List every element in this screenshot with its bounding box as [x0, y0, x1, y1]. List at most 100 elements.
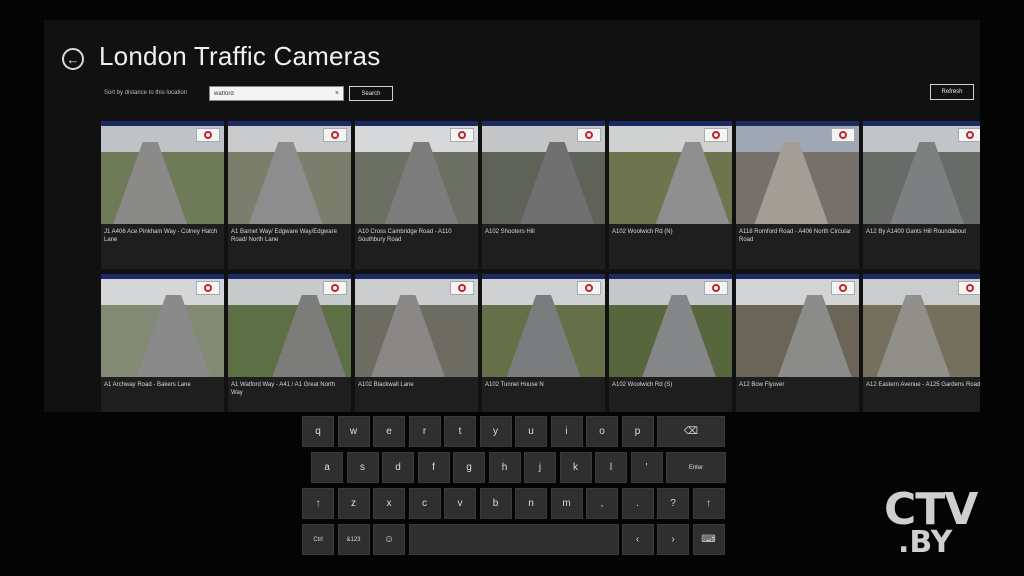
camera-header-bar	[101, 121, 224, 126]
camera-image	[609, 274, 732, 377]
key-d[interactable]: d	[382, 452, 414, 483]
right-arrow-key[interactable]: ›	[657, 524, 689, 555]
camera-caption: A102 Woolwich Rd (S)	[609, 377, 732, 412]
key-i[interactable]: i	[550, 416, 583, 447]
camera-tile[interactable]: A1 Watford Way - A41 / A1 Great North Wa…	[228, 274, 351, 412]
tfl-logo-icon	[958, 128, 980, 142]
key-n[interactable]: n	[515, 488, 547, 519]
camera-caption: A102 Tunnel House N	[482, 377, 605, 412]
key-v[interactable]: v	[444, 488, 476, 519]
key-e[interactable]: e	[373, 416, 405, 447]
key-j[interactable]: j	[524, 452, 556, 483]
sort-label: Sort by distance to this location	[104, 90, 188, 96]
camera-tile[interactable]: A102 Shooters Hill	[482, 121, 605, 269]
tfl-logo-icon	[831, 281, 855, 295]
camera-header-bar	[863, 274, 980, 279]
key-b[interactable]: b	[479, 488, 512, 519]
camera-tile[interactable]: A102 Woolwich Rd (S)	[609, 274, 732, 412]
hide-keyboard-key[interactable]: ⌨	[692, 524, 725, 555]
camera-caption: A12 Bow Flyover	[736, 377, 859, 412]
left-arrow-key[interactable]: ‹	[621, 524, 654, 555]
key-l[interactable]: l	[595, 452, 627, 483]
key-s[interactable]: s	[346, 452, 379, 483]
clear-icon[interactable]: ×	[335, 90, 339, 97]
camera-tile[interactable]: J1 A406 Ace Pinkham Way - Colney Hatch L…	[101, 121, 224, 269]
camera-tile[interactable]: A12 Eastern Avenue - A125 Gardens Road	[863, 274, 980, 412]
camera-header-bar	[736, 121, 859, 126]
camera-caption: A1 Watford Way - A41 / A1 Great North Wa…	[228, 377, 351, 412]
camera-caption: A12 By A1400 Gants Hill Roundabout	[863, 224, 980, 269]
camera-caption: A1 Barnet Way/ Edgware Way/Edgware Road/…	[228, 224, 351, 269]
enter-key[interactable]: Enter	[666, 452, 726, 483]
camera-tile[interactable]: A102 Tunnel House N	[482, 274, 605, 412]
camera-tile[interactable]: A10 Cross Cambridge Road - A110 Southbur…	[355, 121, 478, 269]
key-comma[interactable]: ,	[586, 488, 618, 519]
camera-tile[interactable]: A118 Romford Road - A406 North Circular …	[736, 121, 859, 269]
shift-key-right[interactable]: ↑	[692, 488, 725, 519]
key-period[interactable]: .	[621, 488, 654, 519]
key-a[interactable]: a	[311, 452, 343, 483]
camera-caption: A102 Woolwich Rd (N)	[609, 224, 732, 269]
key-f[interactable]: f	[417, 452, 450, 483]
tfl-logo-icon	[958, 281, 980, 295]
camera-tile[interactable]: A1 Archway Road - Bakers Lane	[101, 274, 224, 412]
location-search-box[interactable]: ×	[209, 86, 344, 101]
key-r[interactable]: r	[408, 416, 441, 447]
emoji-key[interactable]: ☺	[373, 524, 405, 555]
camera-image	[101, 274, 224, 377]
key-m[interactable]: m	[550, 488, 583, 519]
key-g[interactable]: g	[453, 452, 485, 483]
key-apostrophe[interactable]: '	[630, 452, 663, 483]
key-c[interactable]: c	[408, 488, 441, 519]
key-w[interactable]: w	[337, 416, 370, 447]
ctrl-key[interactable]: Ctrl	[302, 524, 334, 555]
tfl-logo-icon	[450, 128, 474, 142]
camera-tile[interactable]: A102 Blackwall Lane	[355, 274, 478, 412]
key-y[interactable]: y	[479, 416, 512, 447]
back-button[interactable]: ←	[62, 48, 84, 70]
camera-tile[interactable]: A12 By A1400 Gants Hill Roundabout	[863, 121, 980, 269]
camera-header-bar	[609, 274, 732, 279]
key-q[interactable]: q	[302, 416, 334, 447]
app-window: ← London Traffic Cameras Sort by distanc…	[44, 20, 980, 412]
camera-tile[interactable]: A1 Barnet Way/ Edgware Way/Edgware Road/…	[228, 121, 351, 269]
camera-header-bar	[355, 121, 478, 126]
channel-watermark: CTV .BY	[884, 488, 978, 558]
camera-image	[863, 274, 980, 377]
camera-image	[736, 121, 859, 224]
backspace-key[interactable]: ⌫	[657, 416, 725, 447]
backspace-icon: ⌫	[683, 426, 699, 437]
back-arrow-icon: ←	[66, 51, 80, 67]
camera-header-bar	[228, 274, 351, 279]
camera-tile[interactable]: A102 Woolwich Rd (N)	[609, 121, 732, 269]
key-h[interactable]: h	[488, 452, 521, 483]
key-x[interactable]: x	[373, 488, 405, 519]
on-screen-keyboard: q w e r t y u i o p ⌫ a s d f g h j k l ' Enter ↑ z x c v b n m,.? ↑ Ct…	[300, 412, 726, 558]
key-u[interactable]: u	[515, 416, 547, 447]
camera-image	[228, 121, 351, 224]
key-t[interactable]: t	[444, 416, 476, 447]
key-o[interactable]: o	[586, 416, 618, 447]
refresh-button[interactable]: Refresh	[930, 84, 974, 100]
location-search-input[interactable]	[214, 90, 335, 97]
shift-key-left[interactable]: ↑	[302, 488, 334, 519]
symbols-key[interactable]: &123	[337, 524, 370, 555]
key-question[interactable]: ?	[657, 488, 689, 519]
camera-image	[609, 121, 732, 224]
tfl-logo-icon	[450, 281, 474, 295]
shift-arrow-icon: ↑	[315, 498, 321, 509]
camera-image	[482, 121, 605, 224]
camera-caption: A12 Eastern Avenue - A125 Gardens Road	[863, 377, 980, 412]
tfl-logo-icon	[323, 281, 347, 295]
camera-header-bar	[355, 274, 478, 279]
tfl-logo-icon	[196, 281, 220, 295]
key-p[interactable]: p	[621, 416, 654, 447]
camera-caption: A1 Archway Road - Bakers Lane	[101, 377, 224, 412]
key-z[interactable]: z	[337, 488, 370, 519]
camera-tile[interactable]: A12 Bow Flyover	[736, 274, 859, 412]
key-k[interactable]: k	[559, 452, 592, 483]
camera-header-bar	[609, 121, 732, 126]
search-button[interactable]: Search	[349, 86, 393, 101]
camera-image	[482, 274, 605, 377]
space-key[interactable]	[408, 524, 619, 555]
